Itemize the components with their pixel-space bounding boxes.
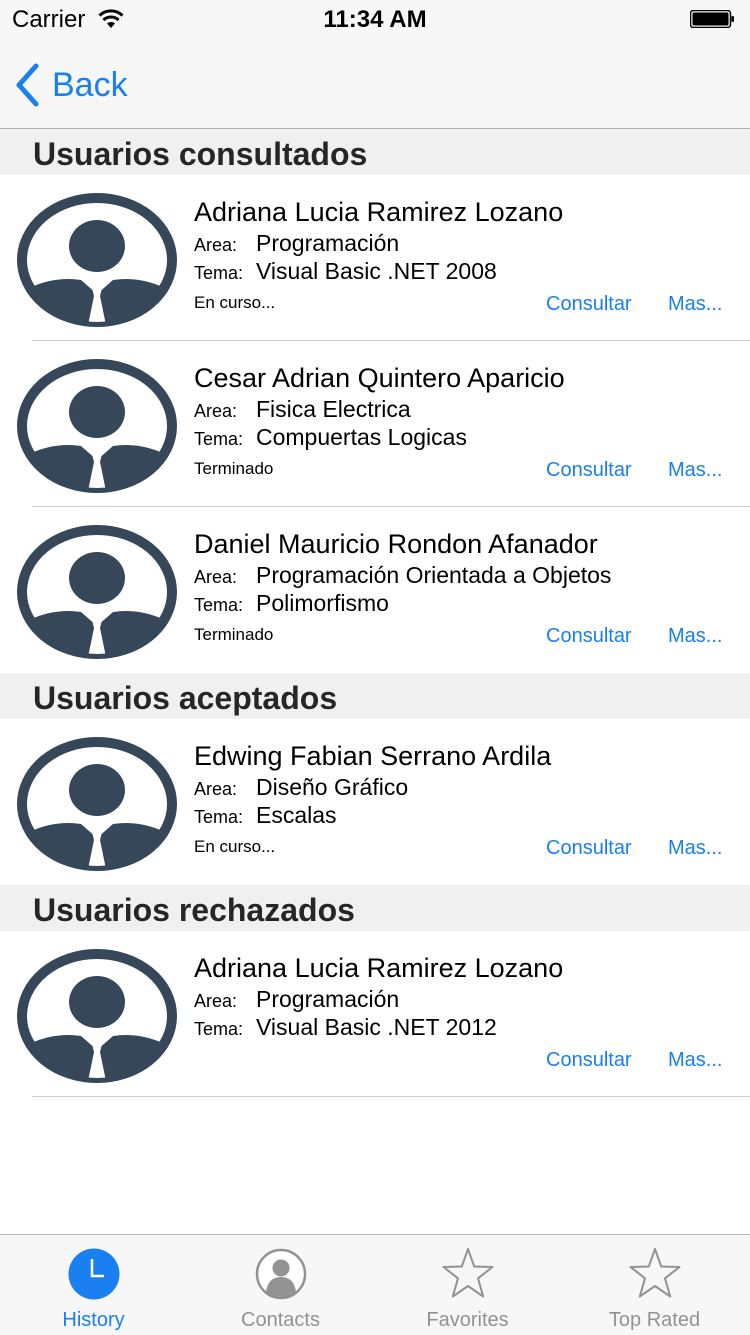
list-item[interactable]: Adriana Lucia Ramirez Lozano Area: Program…: [0, 175, 750, 341]
area-value: Diseño Gráfico: [256, 774, 409, 800]
chevron-left-icon: [16, 63, 39, 107]
user-list[interactable]: Usuarios consultados Adriana Lucia Ramire…: [0, 129, 750, 1097]
tema-label: Tema:: [194, 807, 244, 827]
area-value: Fisica Electrica: [256, 396, 411, 422]
tab-label-top-rated: Top Rated: [608, 1309, 701, 1331]
tab-label-contacts: Contacts: [241, 1309, 320, 1331]
star-icon: [442, 1248, 493, 1298]
user-name: Daniel Mauricio Rondon Afanador: [194, 529, 598, 559]
avatar-icon: [17, 193, 177, 327]
avatar-icon: [17, 949, 177, 1083]
user-name: Cesar Adrian Quintero Aparicio: [194, 363, 565, 393]
user-name: Adriana Lucia Ramirez Lozano: [194, 953, 564, 983]
tema-value: Escalas: [256, 802, 337, 828]
tema-label: Tema:: [194, 595, 244, 615]
user-name: Edwing Fabian Serrano Ardila: [194, 741, 552, 771]
user-name: Adriana Lucia Ramirez Lozano: [194, 197, 564, 227]
section-header: Usuarios rechazados: [0, 885, 750, 931]
list-item[interactable]: Adriana Lucia Ramirez Lozano Area: Program…: [0, 931, 750, 1097]
area-label: Area:: [194, 235, 238, 255]
section-title: Usuarios consultados: [33, 136, 368, 172]
avatar-icon: [17, 359, 177, 493]
clock-icon: [68, 1248, 119, 1300]
area-value: Programación: [256, 986, 400, 1012]
tema-value: Visual Basic .NET 2008: [256, 258, 497, 284]
status-text: En curso...: [194, 837, 276, 856]
area-value: Programación: [256, 230, 400, 256]
list-item[interactable]: Edwing Fabian Serrano Ardila Area: Diseño …: [0, 719, 750, 885]
tab-label-favorites: Favorites: [426, 1309, 509, 1331]
consultar-link[interactable]: Consultar: [546, 625, 632, 648]
tab-top-rated[interactable]: Top Rated: [561, 1235, 748, 1335]
list-item[interactable]: Daniel Mauricio Rondon Afanador Area: Prog…: [0, 507, 750, 673]
status-text: Terminado: [194, 459, 274, 478]
more-link[interactable]: Mas...: [668, 1049, 722, 1072]
tema-label: Tema:: [194, 429, 244, 449]
star-icon: [629, 1248, 680, 1298]
consultar-link[interactable]: Consultar: [546, 837, 632, 860]
section-title: Usuarios rechazados: [33, 892, 355, 928]
status-text: En curso...: [194, 293, 276, 312]
more-link[interactable]: Mas...: [668, 625, 722, 648]
tab-bar: History Contacts Favorites Top Rated: [0, 1234, 750, 1335]
battery-icon: [690, 10, 734, 28]
consultar-link[interactable]: Consultar: [546, 1049, 632, 1072]
section-header: Usuarios aceptados: [0, 673, 750, 719]
consultar-link[interactable]: Consultar: [546, 293, 632, 316]
more-link[interactable]: Mas...: [668, 293, 722, 316]
area-label: Area:: [194, 567, 238, 587]
area-label: Area:: [194, 779, 238, 799]
tab-favorites[interactable]: Favorites: [374, 1235, 561, 1335]
area-label: Area:: [194, 991, 238, 1011]
tema-label: Tema:: [194, 1019, 244, 1039]
section-header: Usuarios consultados: [0, 129, 750, 175]
tab-label-history: History: [62, 1309, 125, 1331]
more-link[interactable]: Mas...: [668, 837, 722, 860]
area-label: Area:: [194, 401, 238, 421]
tema-value: Compuertas Logicas: [256, 424, 467, 450]
back-label: Back: [52, 65, 128, 104]
section-title: Usuarios aceptados: [33, 680, 338, 716]
tema-value: Visual Basic .NET 2012: [256, 1014, 497, 1040]
tema-label: Tema:: [194, 263, 244, 283]
navigation-bar: Back: [0, 40, 750, 129]
avatar-icon: [17, 737, 177, 871]
tab-history[interactable]: History: [0, 1235, 187, 1335]
contacts-icon: [255, 1248, 306, 1300]
clock-time: 11:34 AM: [323, 6, 427, 33]
tema-value: Polimorfismo: [256, 590, 389, 616]
status-bar: Carrier 11:34 AM: [0, 0, 750, 40]
avatar-icon: [17, 525, 177, 659]
status-text: Terminado: [194, 625, 274, 644]
consultar-link[interactable]: Consultar: [546, 459, 632, 482]
area-value: Programación Orientada a Objetos: [256, 562, 612, 588]
more-link[interactable]: Mas...: [668, 459, 722, 482]
tab-contacts[interactable]: Contacts: [187, 1235, 374, 1335]
back-button[interactable]: Back: [14, 62, 128, 108]
list-item[interactable]: Cesar Adrian Quintero Aparicio Area: Fisic…: [0, 341, 750, 507]
